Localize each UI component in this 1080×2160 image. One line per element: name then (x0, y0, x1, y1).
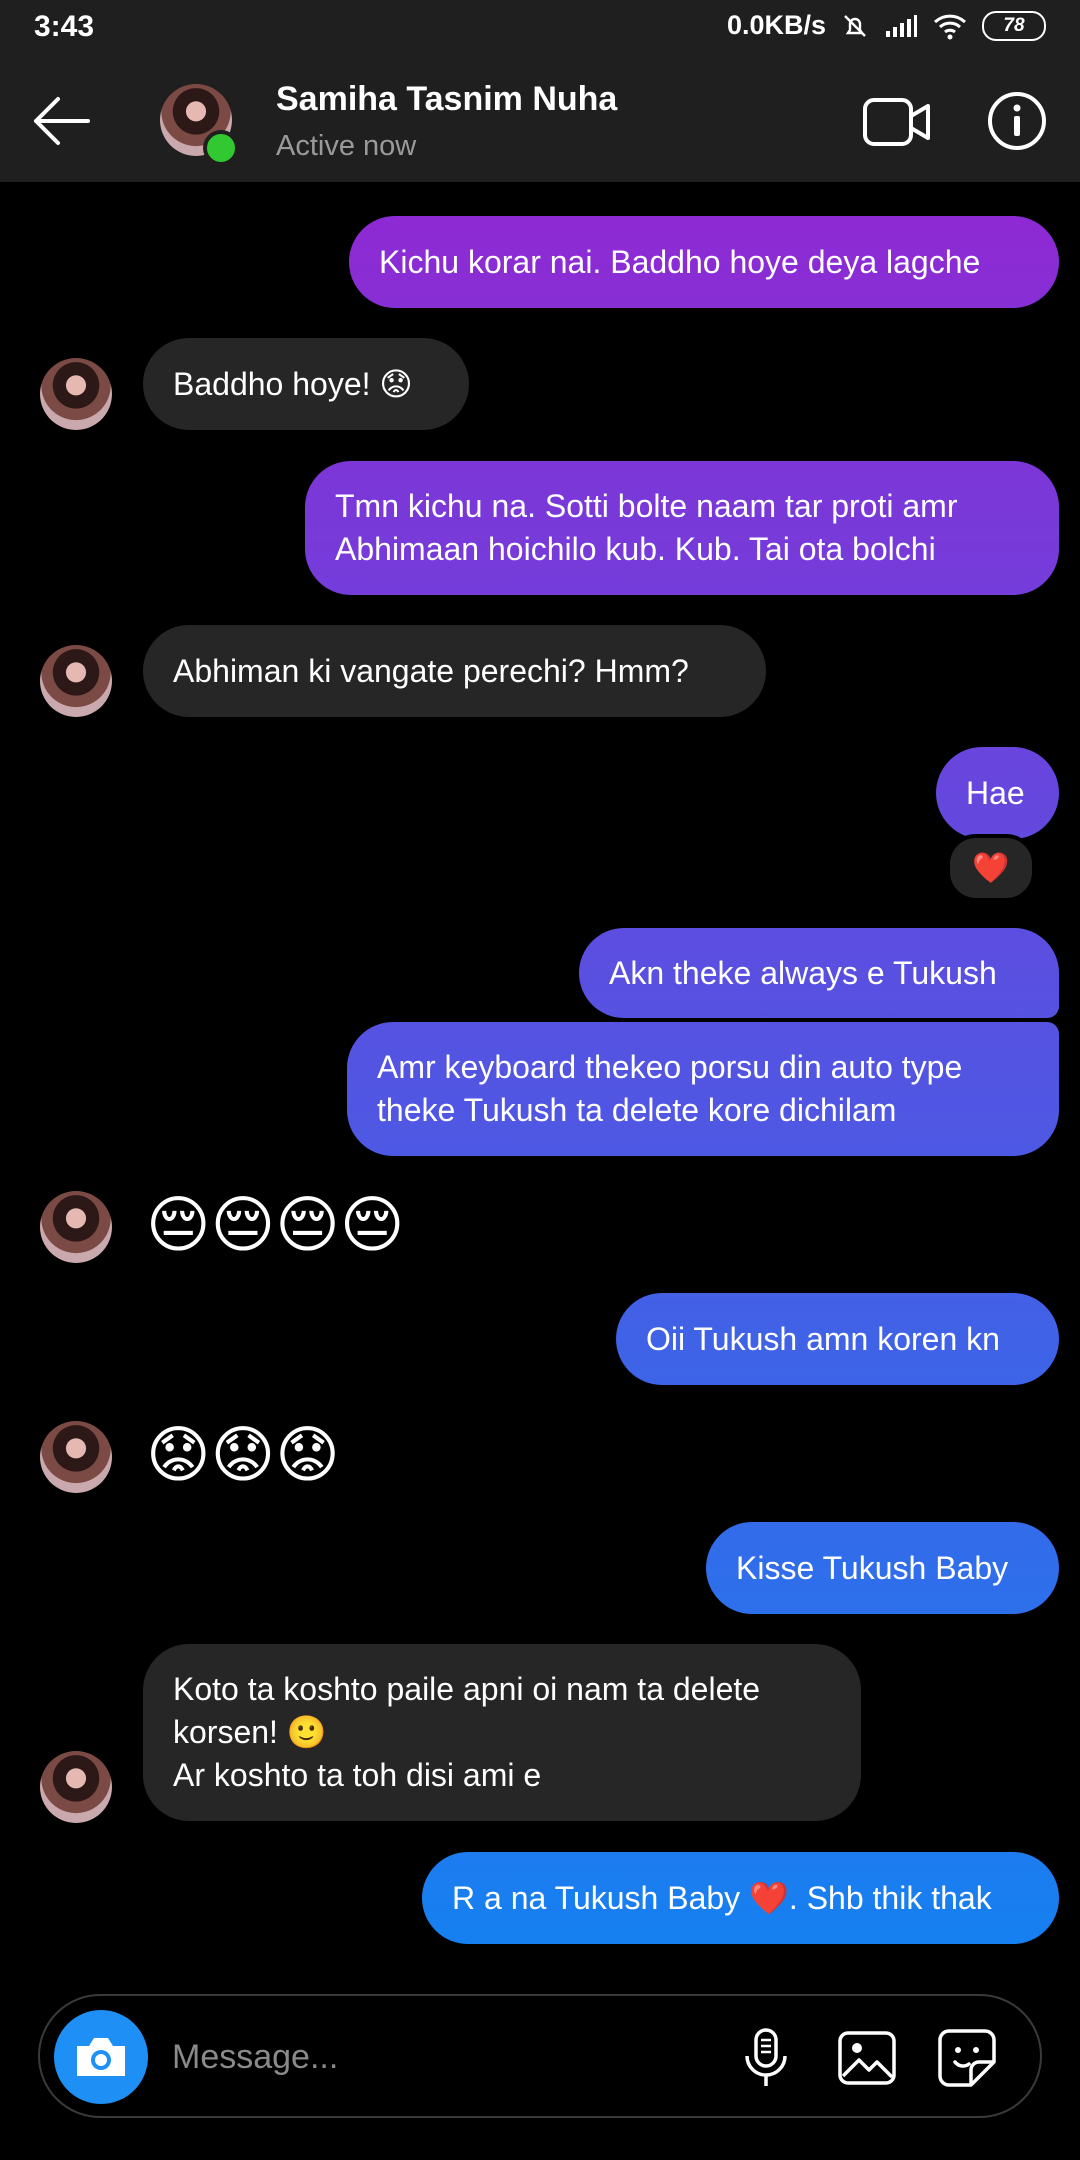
message-line: R a na Tukush Baby ❤️. Shb thik thak (452, 1879, 992, 1916)
message-line: Kisse Tukush Baby (736, 1549, 1009, 1586)
emoji-message[interactable]: 😟😟😟 (146, 1420, 340, 1492)
online-indicator (203, 130, 239, 166)
message-bubble-received[interactable]: Abhiman ki vangate perechi? Hmm? (143, 625, 766, 717)
gallery-icon[interactable] (835, 2026, 899, 2090)
message-bubble-sent[interactable]: Akn theke always e Tukush (579, 928, 1059, 1018)
message-line: Baddho hoye! 😟 (173, 365, 413, 402)
message-line: Amr keyboard thekeo porsu din auto type (377, 1049, 963, 1085)
message-bubble-sent[interactable]: R a na Tukush Baby ❤️. Shb thik thak (422, 1852, 1059, 1944)
message-line: Oii Tukush amn koren kn (646, 1320, 1000, 1357)
message-line: Kichu korar nai. Baddho hoye deya lagche (379, 243, 981, 280)
message-line: korsen! 🙂 (173, 1714, 327, 1750)
status-bar: 3:43 0.0KB/s 78 (0, 0, 1080, 60)
signal-icon (886, 14, 917, 37)
active-status: Active now (276, 130, 417, 162)
sender-avatar[interactable] (40, 358, 112, 430)
message-line: Ar koshto ta toh disi ami e (173, 1757, 542, 1793)
message-bubble-received[interactable]: Baddho hoye! 😟 (143, 338, 469, 430)
message-line: Akn theke always e Tukush (609, 954, 997, 991)
heart-icon: ❤️ (972, 851, 1010, 885)
contact-name[interactable]: Samiha Tasnim Nuha (276, 80, 617, 119)
sticker-icon[interactable] (935, 2026, 999, 2090)
message-bubble-sent[interactable]: Tmn kichu na. Sotti bolte naam tar proti… (305, 461, 1059, 595)
back-arrow-icon[interactable] (28, 90, 94, 152)
message-line: theke Tukush ta delete kore dichilam (377, 1092, 897, 1128)
video-call-icon[interactable] (862, 94, 932, 150)
message-composer (38, 1994, 1042, 2118)
message-bubble-sent[interactable]: Kichu korar nai. Baddho hoye deya lagche (349, 216, 1059, 308)
message-line: Tmn kichu na. Sotti bolte naam tar proti… (335, 488, 958, 524)
message-bubble-sent[interactable]: Kisse Tukush Baby (706, 1522, 1059, 1614)
message-input[interactable] (170, 2026, 734, 2088)
sender-avatar[interactable] (40, 1751, 112, 1823)
emoji-message[interactable]: 😔😔😔😔 (146, 1190, 405, 1262)
sender-avatar[interactable] (40, 645, 112, 717)
heart-reaction[interactable]: ❤️ (946, 834, 1036, 902)
sender-avatar[interactable] (40, 1421, 112, 1493)
message-bubble-sent[interactable]: Hae (936, 747, 1059, 839)
chat-header: Samiha Tasnim Nuha Active now (0, 60, 1080, 182)
message-bubble-sent[interactable]: Amr keyboard thekeo porsu din auto type … (347, 1022, 1059, 1156)
message-line: Abhimaan hoichilo kub. Kub. Tai ota bolc… (335, 531, 936, 567)
battery-indicator: 78 (982, 10, 1046, 41)
microphone-icon[interactable] (734, 2026, 798, 2090)
mute-icon (844, 14, 866, 37)
message-line: Abhiman ki vangate perechi? Hmm? (173, 652, 689, 689)
camera-button[interactable] (54, 2010, 148, 2104)
message-bubble-sent[interactable]: Oii Tukush amn koren kn (616, 1293, 1059, 1385)
status-indicators: 0.0KB/s 78 (727, 10, 1046, 41)
sender-avatar[interactable] (40, 1191, 112, 1263)
message-line: Hae (966, 774, 1025, 811)
message-bubble-received[interactable]: Koto ta koshto paile apni oi nam ta dele… (143, 1644, 861, 1821)
wifi-icon (933, 14, 967, 39)
camera-icon (77, 2038, 125, 2076)
info-icon[interactable] (986, 90, 1048, 152)
message-line: Koto ta koshto paile apni oi nam ta dele… (173, 1671, 761, 1707)
network-speed: 0.0KB/s (726, 10, 826, 40)
status-time: 3:43 (34, 10, 95, 43)
